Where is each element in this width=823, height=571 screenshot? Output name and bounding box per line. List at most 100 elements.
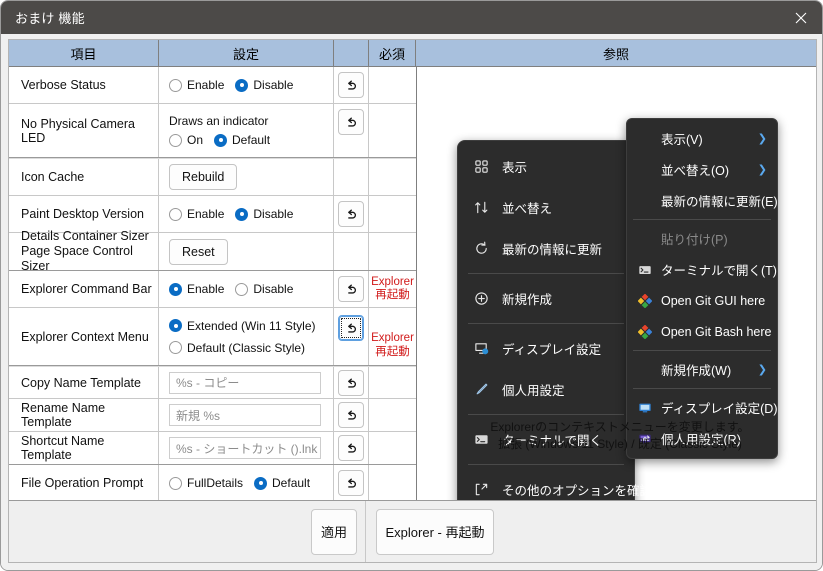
row-required — [369, 196, 416, 232]
radio-group-file-operation-prompt: FullDetails Default — [169, 476, 310, 490]
menu-separator — [468, 273, 624, 274]
reference-preview-pane: 表示 並べ替え 最新の情報に更新 新規作成 ディスプレイ設定 個人用設定 ターミ… — [416, 67, 816, 562]
radio-dot — [214, 133, 228, 147]
restart-explorer-button[interactable]: Explorer - 再起動 — [376, 508, 494, 555]
radio-dot — [169, 78, 182, 92]
radio-label: FullDetails — [187, 476, 244, 490]
radio-default[interactable]: Default — [254, 476, 310, 490]
required-note-line1: Explorer — [371, 332, 414, 344]
client-area: 項目 設定 必須 参照 Verbose Status Enable Disabl… — [1, 34, 822, 570]
radio-on[interactable]: On — [169, 133, 203, 147]
radio-disable[interactable]: Disable — [235, 207, 293, 221]
radio-enable[interactable]: Enable — [169, 207, 224, 221]
row-control: Enable Disable — [159, 196, 334, 232]
radio-label: Default — [272, 476, 311, 490]
caption-line2: 拡張 (Windows 11 Style) / 既定 (Classic Styl… — [498, 437, 742, 451]
grid-body: Verbose Status Enable Disable No Physica… — [9, 67, 816, 562]
radio-group-paint-desktop-version: Enable Disable — [169, 207, 293, 221]
menu-item-label: 貼り付け(P) — [661, 233, 728, 247]
radio-label: Disable — [253, 78, 294, 92]
refresh-icon — [472, 240, 490, 258]
row-control: Enable Disable — [159, 67, 334, 103]
grid-header-row: 項目 設定 必須 参照 — [9, 40, 816, 67]
revert-button[interactable] — [338, 470, 364, 496]
row-control: Reset — [159, 233, 334, 270]
revert-button[interactable] — [338, 109, 364, 135]
okake-settings-window: おまけ 機能 項目 設定 必須 参照 Verbose Status Enable… — [0, 0, 823, 571]
radio-disable[interactable]: Disable — [235, 78, 293, 92]
menu-item-personalize[interactable]: 個人用設定 — [458, 369, 634, 410]
copy-name-template-input[interactable]: %s - コピー — [169, 371, 321, 394]
radio-label: On — [187, 133, 204, 147]
row-required — [369, 465, 416, 501]
revert-button[interactable] — [338, 201, 364, 227]
grid-view-icon — [472, 158, 490, 176]
settings-rows: Verbose Status Enable Disable No Physica… — [9, 67, 416, 562]
menu-item-label: 個人用設定 — [502, 384, 565, 398]
row-revert — [334, 67, 369, 103]
menu-separator — [633, 388, 771, 389]
radio-dot — [235, 78, 249, 92]
apply-button[interactable]: 適用 — [311, 508, 357, 555]
header-setting: 設定 — [159, 40, 334, 66]
revert-button[interactable] — [338, 72, 364, 98]
chevron-right-icon: ❯ — [757, 133, 767, 145]
rename-name-template-input[interactable]: 新規 %s — [169, 404, 321, 426]
menu-item-open-git-bash[interactable]: Open Git Bash here — [627, 316, 777, 347]
shortcut-name-template-input[interactable]: %s - ショートカット ().lnk — [169, 437, 321, 459]
table-row: Icon Cache Rebuild — [9, 158, 416, 196]
radio-dot — [254, 476, 268, 490]
menu-item-refresh-classic[interactable]: 最新の情報に更新(E) — [627, 185, 778, 216]
row-required — [369, 399, 416, 431]
rebuild-button[interactable]: Rebuild — [169, 164, 238, 190]
row-label: Copy Name Template — [9, 367, 159, 398]
menu-item-open-git-gui[interactable]: Open Git GUI here — [627, 285, 777, 316]
row-revert — [334, 104, 369, 157]
header-required: 必須 — [369, 40, 416, 66]
menu-item-label: 表示 — [502, 161, 528, 175]
menu-item-label: Open Git Bash here — [661, 324, 772, 339]
row-label: Rename Name Template — [9, 399, 159, 431]
radio-default[interactable]: Default — [214, 133, 270, 147]
radio-enable[interactable]: Enable — [169, 78, 224, 92]
row-revert — [334, 465, 369, 501]
row-revert — [334, 367, 369, 398]
menu-item-label: 最新の情報に更新 — [502, 243, 603, 257]
menu-item-open-terminal-classic[interactable]: ターミナルで開く(T) — [627, 254, 777, 285]
revert-button[interactable] — [338, 402, 364, 428]
git-icon — [637, 293, 653, 309]
menu-item-sort[interactable]: 並べ替え — [458, 187, 634, 228]
radio-extended-win11[interactable]: Extended (Win 11 Style) — [169, 319, 316, 333]
radio-default-classic[interactable]: Default (Classic Style) — [169, 341, 305, 355]
radio-label: Extended (Win 11 Style) — [187, 318, 316, 333]
revert-button[interactable] — [338, 315, 364, 341]
window-title: おまけ 機能 — [15, 11, 85, 26]
menu-item-label: 最新の情報に更新(E) — [661, 195, 778, 209]
radio-disable[interactable]: Disable — [235, 282, 293, 296]
footer-bar: 適用 Explorer - 再起動 — [9, 500, 816, 562]
menu-item-display-settings[interactable]: ディスプレイ設定 — [458, 328, 634, 369]
menu-item-new-classic[interactable]: 新規作成(W) ❯ — [627, 354, 777, 385]
header-revert — [334, 40, 369, 66]
preview-caption: Explorerのコンテキストメニューを変更します。 拡張 (Windows 1… — [455, 419, 785, 453]
radio-dot — [169, 319, 182, 332]
menu-separator — [468, 414, 624, 415]
table-row: No Physical Camera LED Draws an indicato… — [9, 104, 416, 158]
git-icon — [637, 324, 653, 340]
footer-restart-segment: Explorer - 再起動 — [366, 501, 816, 562]
reset-button[interactable]: Reset — [169, 238, 228, 265]
radio-enable[interactable]: Enable — [169, 282, 224, 296]
menu-item-refresh[interactable]: 最新の情報に更新 — [458, 228, 634, 269]
revert-button[interactable] — [338, 435, 364, 461]
menu-item-view-classic[interactable]: 表示(V) ❯ — [627, 123, 777, 154]
row-control: FullDetails Default — [159, 465, 334, 501]
menu-item-new[interactable]: 新規作成 — [458, 278, 634, 319]
radio-fulldetails[interactable]: FullDetails — [169, 476, 243, 490]
menu-item-view[interactable]: 表示 — [458, 146, 634, 187]
display-settings-icon — [472, 340, 490, 358]
menu-item-sort-classic[interactable]: 並べ替え(O) ❯ — [627, 154, 777, 185]
row-label: Shortcut Name Template — [9, 432, 159, 464]
revert-button[interactable] — [338, 369, 364, 396]
revert-button[interactable] — [338, 276, 364, 302]
close-icon[interactable] — [778, 1, 822, 34]
